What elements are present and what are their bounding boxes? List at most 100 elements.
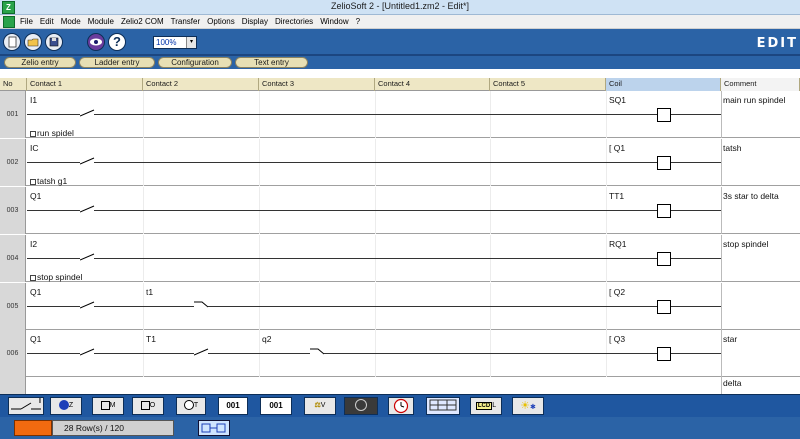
auxiliary-relay-palette-button[interactable]: M <box>92 397 124 415</box>
coil-icon[interactable] <box>657 300 671 314</box>
title-bar: Z ZelioSoft 2 - [Untitled1.zm2 - Edit*] <box>0 0 800 15</box>
header-contact-4: Contact 4 <box>375 78 490 91</box>
contact-2-label[interactable]: t1 <box>146 287 153 297</box>
coil-label[interactable]: [ Q1 <box>609 143 625 153</box>
contact-1-note: run spidel <box>30 128 74 138</box>
contact-palette-button[interactable]: I <box>8 397 44 415</box>
document-icon[interactable] <box>3 16 15 28</box>
zoom-value: 100% <box>156 38 177 47</box>
rung-number: 003 <box>0 187 26 234</box>
rung-002[interactable]: 002 IC tatsh g1 [ Q1 tatsh <box>0 139 800 186</box>
header-contact-3: Contact 3 <box>259 78 375 91</box>
text-block-palette-button[interactable] <box>426 397 460 415</box>
view-eye-icon[interactable] <box>87 33 105 51</box>
coil-icon[interactable] <box>657 204 671 218</box>
analog-comparator-palette-button[interactable]: ⚖V <box>304 397 336 415</box>
tab-ladder-entry[interactable]: Ladder entry <box>79 57 155 68</box>
help-icon[interactable]: ? <box>108 33 126 51</box>
open-folder-icon[interactable] <box>24 33 42 51</box>
window-title: ZelioSoft 2 - [Untitled1.zm2 - Edit*] <box>330 1 470 11</box>
rung-007[interactable]: delta <box>0 377 800 394</box>
zx-key-palette-button[interactable]: Z <box>50 397 82 415</box>
rung-number: 004 <box>0 235 26 282</box>
save-icon[interactable] <box>45 33 63 51</box>
row-count: 28 Row(s) / 120 <box>52 420 174 436</box>
menu-window[interactable]: Window <box>320 17 348 26</box>
contact-1-note: tatsh g1 <box>30 176 67 186</box>
contact-1-label[interactable]: I1 <box>30 95 37 105</box>
menu-bar: File Edit Mode Module Zelio2 COM Transfe… <box>0 15 800 29</box>
header-contact-1: Contact 1 <box>27 78 143 91</box>
clock-palette-button[interactable] <box>344 397 378 415</box>
coil-icon[interactable] <box>657 347 671 361</box>
zoom-select[interactable]: 100% ▾ <box>153 36 197 49</box>
rung-003[interactable]: 003 Q1 TT1 3s star to delta <box>0 187 800 234</box>
output-palette-button[interactable]: O <box>132 397 164 415</box>
element-palette: I Z M O T 001 001 ⚖V LCD L ☀✱ <box>0 394 800 417</box>
toolbar: ? 100% ▾ EDIT <box>0 29 800 56</box>
menu-transfer[interactable]: Transfer <box>171 17 201 26</box>
mode-bar: Zelio entry Ladder entry Configuration T… <box>0 56 800 69</box>
counter-palette-button[interactable]: 001 <box>218 397 248 415</box>
contact-1-label[interactable]: Q1 <box>30 334 41 344</box>
contact-1-note: stop spindel <box>30 272 82 282</box>
coil-label[interactable]: [ Q3 <box>609 334 625 344</box>
coil-label[interactable]: RQ1 <box>609 239 626 249</box>
header-contact-5: Contact 5 <box>490 78 606 91</box>
coil-label[interactable]: TT1 <box>609 191 624 201</box>
menu-module[interactable]: Module <box>88 17 114 26</box>
menu-display[interactable]: Display <box>242 17 268 26</box>
timer-palette-button[interactable]: T <box>176 397 206 415</box>
contact-1-label[interactable]: Q1 <box>30 191 41 201</box>
edit-mode-logo: EDIT <box>756 36 798 51</box>
network-icon[interactable] <box>198 420 230 436</box>
rung-number: 001 <box>0 91 26 138</box>
contact-3-label[interactable]: q2 <box>262 334 271 344</box>
header-comment: Comment <box>721 78 800 91</box>
rung-comment[interactable]: delta <box>723 378 741 388</box>
rung-number <box>0 377 26 394</box>
backlight-palette-button[interactable]: ☀✱ <box>512 397 544 415</box>
menu-directories[interactable]: Directories <box>275 17 313 26</box>
rung-comment[interactable]: main run spindel <box>723 95 785 105</box>
menu-file[interactable]: File <box>20 17 33 26</box>
lcd-palette-button[interactable]: LCD L <box>470 397 502 415</box>
status-indicator <box>14 420 52 436</box>
clock-icon[interactable] <box>388 397 414 415</box>
status-bar: 28 Row(s) / 120 <box>0 417 800 439</box>
contact-1-label[interactable]: I2 <box>30 239 37 249</box>
rung-comment[interactable]: star <box>723 334 737 344</box>
contact-1-label[interactable]: IC <box>30 143 39 153</box>
chevron-down-icon[interactable]: ▾ <box>186 37 196 48</box>
tab-zelio-entry[interactable]: Zelio entry <box>4 57 76 68</box>
tab-text-entry[interactable]: Text entry <box>235 57 308 68</box>
rung-001[interactable]: 001 I1 run spidel SQ1 main run spindel <box>0 91 800 138</box>
rung-comment[interactable]: stop spindel <box>723 239 768 249</box>
rung-number: 006 <box>0 330 26 377</box>
coil-icon[interactable] <box>657 108 671 122</box>
rung-006[interactable]: 006 Q1 T1 q2 [ Q3 star <box>0 330 800 377</box>
ladder-header: No Contact 1 Contact 2 Contact 3 Contact… <box>0 78 800 91</box>
menu-mode[interactable]: Mode <box>61 17 81 26</box>
menu-edit[interactable]: Edit <box>40 17 54 26</box>
menu-zelio2-com[interactable]: Zelio2 COM <box>121 17 164 26</box>
menu-options[interactable]: Options <box>207 17 235 26</box>
coil-icon[interactable] <box>657 156 671 170</box>
menu-help[interactable]: ? <box>356 17 360 26</box>
rung-004[interactable]: 004 I2 stop spindel RQ1 stop spindel <box>0 235 800 282</box>
fast-counter-palette-button[interactable]: 001 <box>260 397 292 415</box>
rung-comment[interactable]: 3s star to delta <box>723 191 779 201</box>
new-file-icon[interactable] <box>3 33 21 51</box>
header-no: No <box>0 78 27 91</box>
contact-1-label[interactable]: Q1 <box>30 287 41 297</box>
coil-label[interactable]: SQ1 <box>609 95 626 105</box>
contact-2-label[interactable]: T1 <box>146 334 156 344</box>
coil-label[interactable]: [ Q2 <box>609 287 625 297</box>
coil-icon[interactable] <box>657 252 671 266</box>
rung-number: 002 <box>0 139 26 186</box>
rung-comment[interactable]: tatsh <box>723 143 741 153</box>
rung-005[interactable]: 005 Q1 t1 [ Q2 <box>0 283 800 330</box>
spacer <box>0 69 800 78</box>
header-coil: Coil <box>606 78 721 91</box>
tab-configuration[interactable]: Configuration <box>158 57 232 68</box>
